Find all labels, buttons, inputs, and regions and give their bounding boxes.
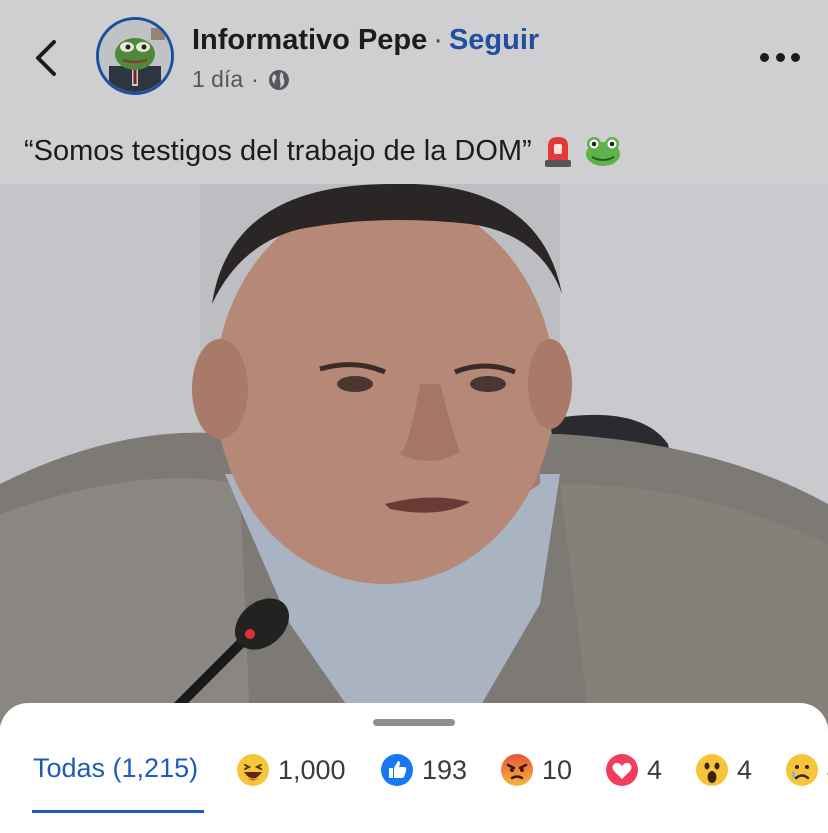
tab-sad[interactable]: 4 [785,753,828,787]
page-avatar[interactable] [96,17,174,95]
like-icon [381,754,413,786]
like-count: 193 [422,754,468,785]
post-header: Informativo Pepe · Seguir 1 día · [0,0,828,120]
man-speaking-photo [0,184,828,724]
tab-wow[interactable]: 4 [695,753,752,787]
follow-button[interactable]: Seguir [449,24,539,56]
love-icon [606,754,638,786]
active-tab-indicator [32,810,204,813]
pepe-frog-avatar-image [99,20,171,92]
name-separator: · [433,24,443,56]
tab-like[interactable]: 193 [380,753,467,787]
tab-all-reactions[interactable]: Todas (1,215) [33,753,198,784]
back-arrow-icon[interactable] [30,36,66,80]
all-reactions-label: Todas (1,215) [33,753,199,783]
post-caption: “Somos testigos del trabajo de la DOM” [24,134,622,168]
wow-icon [696,754,728,786]
page-name[interactable]: Informativo Pepe [192,24,427,56]
frog-emoji-icon [585,137,620,166]
post-meta: 1 día · [192,66,291,93]
more-options-icon[interactable] [760,50,800,64]
love-count: 4 [647,754,663,785]
tab-haha[interactable]: 1,000 [236,753,346,787]
caption-text: “Somos testigos del trabajo de la DOM” [24,134,532,167]
angry-count: 10 [542,754,573,785]
reaction-tabs: Todas (1,215) 1,000 193 10 4 4 [0,753,828,803]
globe-icon [268,69,289,90]
siren-emoji-icon [544,137,571,167]
angry-icon [501,754,533,786]
sheet-drag-handle[interactable] [373,719,455,726]
sad-icon [786,754,818,786]
page-name-line: Informativo Pepe · Seguir [192,24,539,57]
post-photo[interactable] [0,184,828,724]
tab-angry[interactable]: 10 [500,753,572,787]
meta-separator: · [251,66,259,92]
post-timestamp[interactable]: 1 día [192,66,243,93]
wow-count: 4 [737,754,753,785]
haha-icon [237,754,269,786]
haha-count: 1,000 [278,754,346,785]
tab-love[interactable]: 4 [605,753,662,787]
post-caption-area: “Somos testigos del trabajo de la DOM” [0,120,828,184]
